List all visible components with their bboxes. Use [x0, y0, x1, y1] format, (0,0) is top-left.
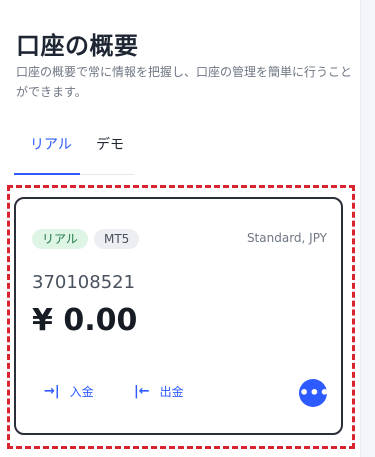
account-card[interactable]: リアル MT5 Standard, JPY 370108521 ¥ 0.00 →…: [14, 197, 343, 435]
account-balance: ¥ 0.00: [32, 303, 138, 338]
badge-real: リアル: [32, 229, 88, 249]
account-type: Standard, JPY: [246, 231, 327, 245]
more-options-button[interactable]: •••: [299, 379, 330, 407]
deposit-label: 入金: [69, 385, 94, 399]
withdraw-button[interactable]: |← 出金: [134, 383, 184, 400]
active-tab-indicator: [14, 173, 80, 175]
page-subtitle: 口座の概要で常に情報を把握し、口座の管理を簡単に行うことができます。: [16, 65, 353, 99]
account-tabs: リアル デモ: [14, 126, 134, 175]
account-overview-page: 口座の概要 口座の概要で常に情報を把握し、口座の管理を簡単に行うことができます。…: [0, 0, 375, 457]
deposit-button[interactable]: →| 入金: [44, 383, 94, 400]
deposit-icon: →|: [44, 384, 60, 399]
adjacent-panel-edge: [360, 0, 375, 457]
more-icon: •••: [299, 383, 330, 402]
tab-demo[interactable]: デモ: [96, 134, 124, 154]
withdraw-icon: |←: [134, 384, 150, 399]
page-title: 口座の概要: [16, 32, 139, 60]
account-number: 370108521: [32, 272, 136, 293]
badge-mt5: MT5: [94, 229, 140, 249]
tab-real[interactable]: リアル: [30, 134, 72, 154]
withdraw-label: 出金: [159, 385, 184, 399]
